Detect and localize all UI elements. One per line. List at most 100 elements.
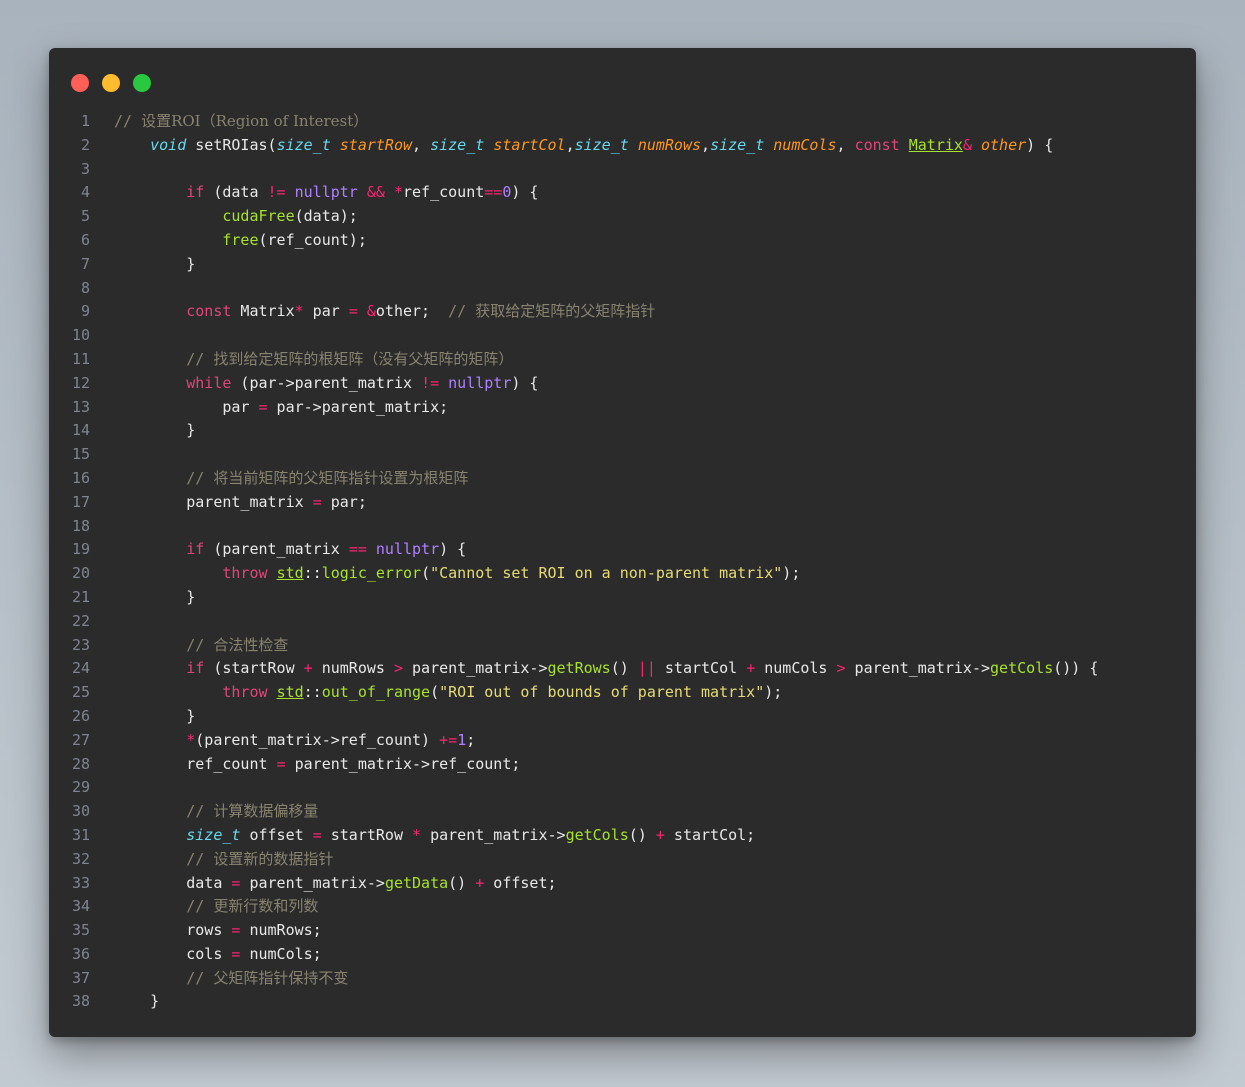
code-line: 11 // 找到给定矩阵的根矩阵（没有父矩阵的矩阵）: [49, 348, 1196, 372]
line-number: 33: [71, 873, 90, 892]
code-token: ::: [303, 683, 322, 702]
line-number: 9: [80, 302, 90, 321]
code-text: rows = numRows;: [114, 919, 321, 943]
line-number: 35: [71, 921, 90, 940]
code-token: rows: [114, 921, 232, 940]
code-token: 获取给定矩阵的父矩阵指针: [475, 302, 656, 321]
code-token: getCols: [565, 825, 629, 844]
code-text: void setROIas(size_t startRow, size_t st…: [114, 134, 1053, 158]
code-line: 12 while (par->parent_matrix != nullptr)…: [49, 372, 1196, 396]
code-text: ref_count = parent_matrix->ref_count;: [114, 753, 520, 777]
maximize-button[interactable]: [133, 74, 151, 92]
code-line: 38 }: [49, 990, 1196, 1014]
code-token: *: [412, 825, 422, 844]
code-token: //: [186, 802, 214, 821]
code-text: cudaFree(data);: [114, 205, 357, 229]
code-token: numCols: [755, 659, 837, 678]
code-editor[interactable]: 1// 设置ROI（Region of Interest） 2 void setR…: [49, 110, 1196, 1014]
code-line: 37 // 父矩阵指针保持不变: [49, 967, 1196, 991]
code-token: (: [421, 564, 431, 583]
code-text: // 父矩阵指针保持不变: [114, 967, 348, 991]
code-token: startRow: [339, 135, 413, 154]
line-number: 16: [71, 468, 90, 487]
code-token: 更新行数和列数: [213, 897, 319, 916]
line-number: 21: [71, 587, 90, 606]
code-line: 15: [49, 443, 1196, 467]
code-line: 13 par = par->parent_matrix;: [49, 396, 1196, 420]
code-token: ref_count: [403, 183, 485, 202]
code-text: if (startRow + numRows > parent_matrix->…: [114, 657, 1098, 681]
code-token: ==: [348, 540, 367, 559]
line-number: 2: [80, 135, 90, 154]
code-token: ,: [412, 135, 431, 154]
line-number: 25: [71, 683, 90, 702]
code-line: 6 free(ref_count);: [49, 229, 1196, 253]
code-token: parent_matrix->ref_count;: [285, 754, 521, 773]
minimize-button[interactable]: [102, 74, 120, 92]
code-line: 19 if (parent_matrix == nullptr) {: [49, 538, 1196, 562]
code-token: //: [114, 112, 142, 130]
line-number: 17: [71, 492, 90, 511]
code-token: &: [962, 135, 972, 154]
code-token: setROIas(: [186, 135, 277, 154]
code-token: (parent_matrix->ref_count): [195, 730, 440, 749]
code-line: 33 data = parent_matrix->getData() + off…: [49, 872, 1196, 896]
code-token: getRows: [547, 659, 611, 678]
code-text: par = par->parent_matrix;: [114, 396, 448, 420]
code-text: }: [114, 705, 195, 729]
code-token: size_t: [186, 825, 241, 844]
code-token: cols: [114, 944, 232, 963]
code-token: //: [186, 849, 214, 868]
line-number: 32: [71, 849, 90, 868]
line-number: 29: [71, 778, 90, 797]
code-text: data = parent_matrix->getData() + offset…: [114, 872, 556, 896]
code-text: // 设置新的数据指针: [114, 848, 333, 872]
code-token: 父矩阵指针保持不变: [213, 968, 349, 987]
code-token: //: [186, 897, 214, 916]
code-token: +: [746, 659, 756, 678]
code-line: 24 if (startRow + numRows > parent_matri…: [49, 657, 1196, 681]
code-token: "ROI out of bounds of parent matrix": [439, 683, 765, 702]
code-token: if: [186, 659, 205, 678]
code-token: cudaFree: [222, 207, 295, 226]
code-text: throw std::out_of_range("ROI out of boun…: [114, 681, 782, 705]
close-button[interactable]: [71, 74, 89, 92]
code-line: 31 size_t offset = startRow * parent_mat…: [49, 824, 1196, 848]
code-text: const Matrix* par = &other; // 获取给定矩阵的父矩…: [114, 300, 655, 324]
code-token: 找到给定矩阵的根矩阵（没有父矩阵的矩阵）: [213, 349, 514, 368]
window-controls: [71, 74, 151, 92]
code-text: while (par->parent_matrix != nullptr) {: [114, 372, 538, 396]
code-text: *(parent_matrix->ref_count) +=1;: [114, 729, 475, 753]
line-number: 10: [71, 326, 90, 345]
code-token: std: [276, 683, 304, 702]
code-token: numCols;: [240, 944, 322, 963]
code-token: (: [430, 683, 440, 702]
code-token: startCol: [493, 135, 566, 154]
code-token: free: [222, 230, 259, 249]
code-line: 28 ref_count = parent_matrix->ref_count;: [49, 753, 1196, 777]
code-token: >: [393, 659, 403, 678]
code-token: getCols: [990, 659, 1054, 678]
code-line: 36 cols = numCols;: [49, 943, 1196, 967]
code-token: (startRow: [204, 659, 304, 678]
code-line: 34 // 更新行数和列数: [49, 895, 1196, 919]
code-token: if: [186, 540, 205, 559]
code-token: +: [475, 873, 485, 892]
code-token: parent_matrix->: [421, 825, 566, 844]
code-window: 1// 设置ROI（Region of Interest） 2 void setR…: [49, 48, 1196, 1037]
code-token: &: [366, 302, 376, 321]
code-token: 设置ROI（Region of Interest）: [141, 112, 369, 130]
code-token: offset: [240, 825, 313, 844]
code-line: 18: [49, 515, 1196, 539]
code-token: ;: [466, 730, 476, 749]
